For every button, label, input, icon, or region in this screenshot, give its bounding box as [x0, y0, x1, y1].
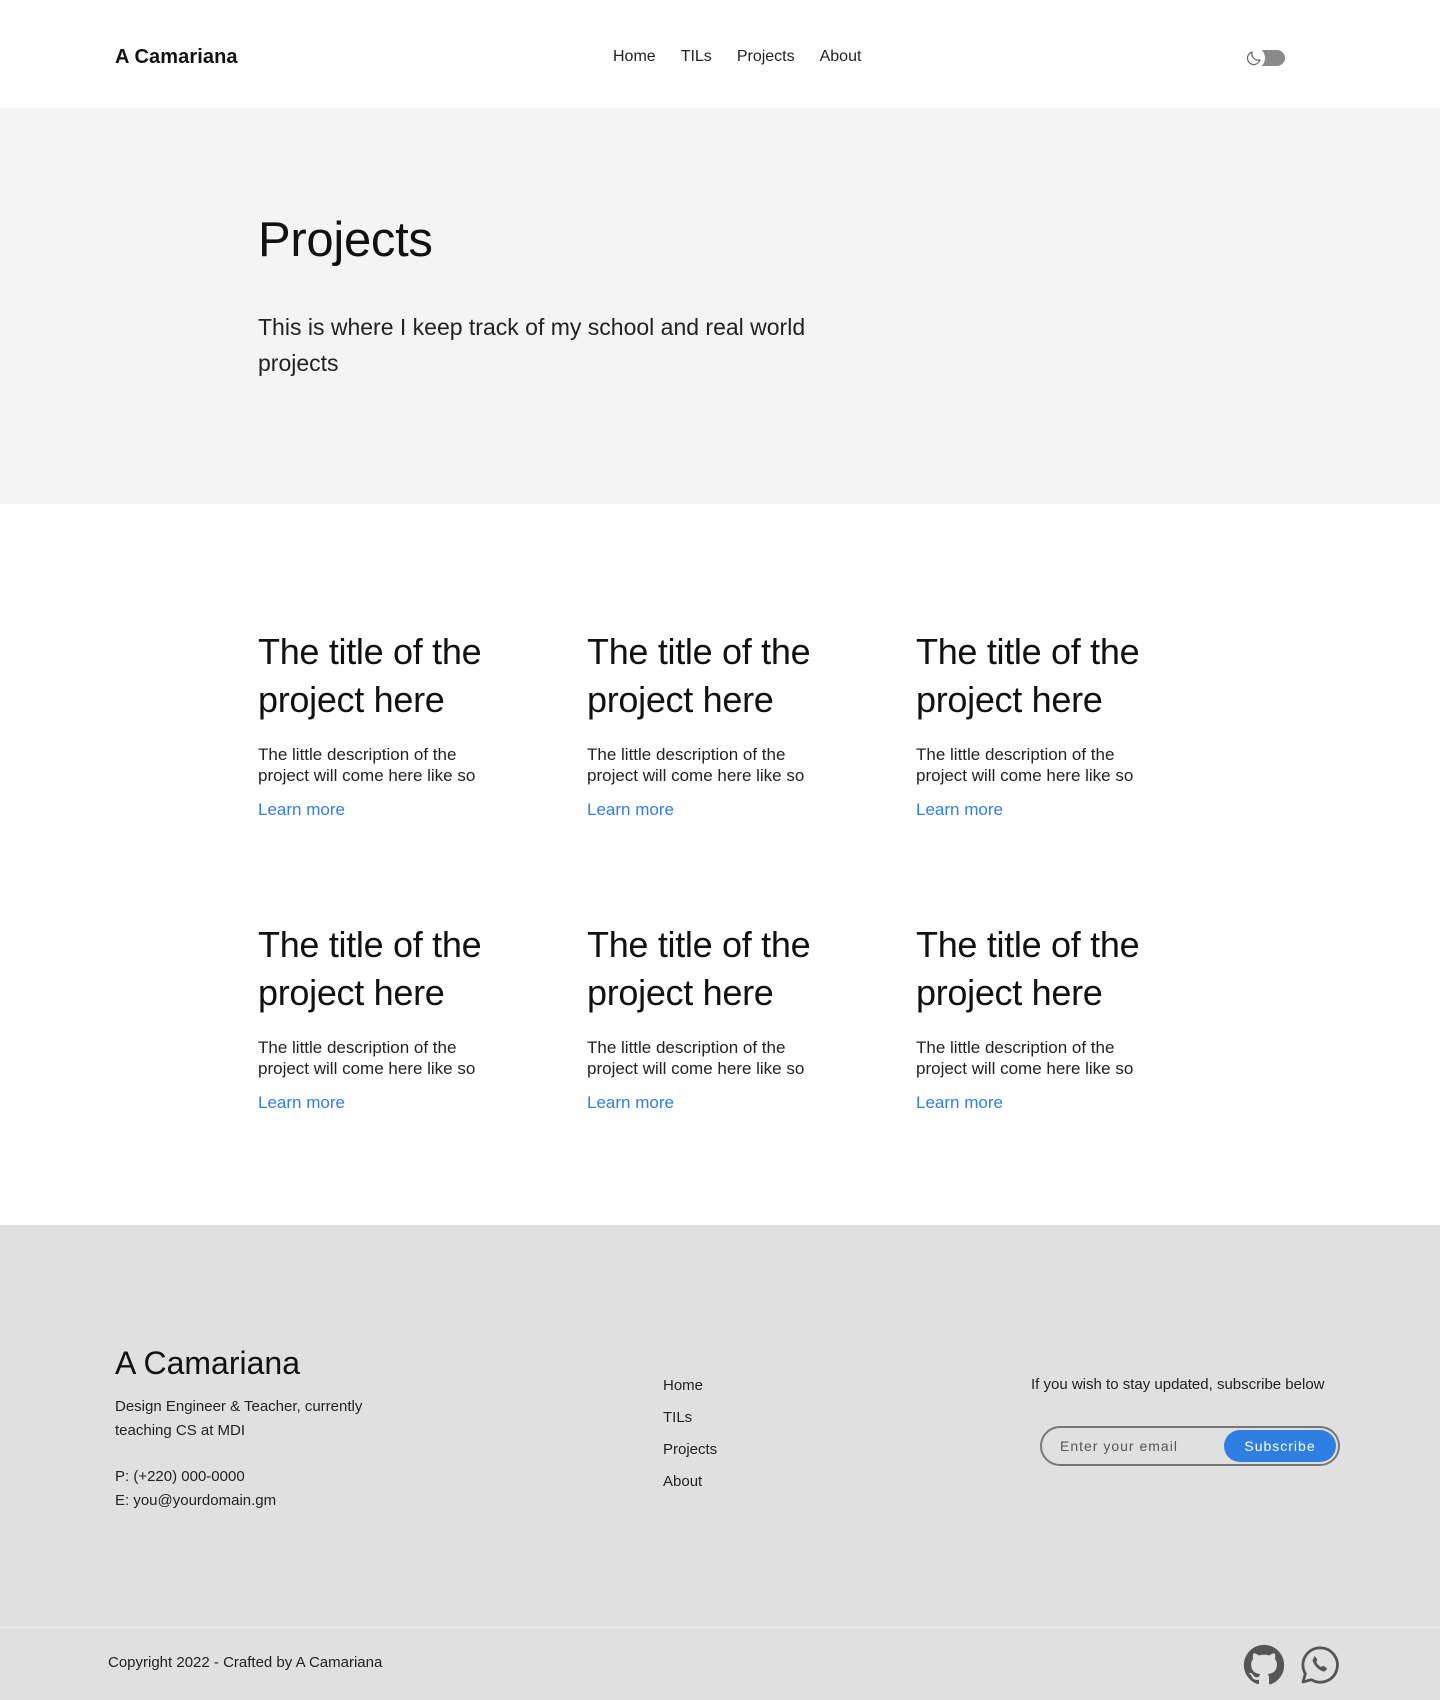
footer-bottom-bar: Copyright 2022 - Crafted by A Camariana: [0, 1627, 1440, 1700]
footer-email: E: you@yourdomain.gm: [115, 1492, 277, 1509]
subscribe-button[interactable]: Subscribe: [1224, 1430, 1336, 1462]
projects-grid: The title of the project here The little…: [258, 628, 1178, 1214]
project-card: The title of the project here The little…: [587, 921, 916, 1214]
learn-more-link[interactable]: Learn more: [916, 800, 1003, 820]
project-title: The title of the project here: [258, 924, 482, 1013]
site-header: A Camariana Home TILs Projects About: [0, 0, 1440, 108]
footer-link-tils[interactable]: TILs: [663, 1408, 717, 1428]
brand-logo[interactable]: A Camariana: [115, 46, 238, 69]
footer-link-home[interactable]: Home: [663, 1376, 717, 1396]
project-description: The little description of the project wi…: [916, 1038, 1134, 1078]
project-title: The title of the project here: [587, 631, 811, 720]
main-nav: Home TILs Projects About: [613, 48, 861, 66]
project-card: The title of the project here The little…: [916, 921, 1178, 1214]
project-title: The title of the project here: [587, 924, 811, 1013]
footer-phone: P: (+220) 000-0000: [115, 1468, 245, 1485]
learn-more-link[interactable]: Learn more: [916, 1093, 1003, 1113]
subscribe-label: If you wish to stay updated, subscribe b…: [1031, 1376, 1325, 1393]
email-field[interactable]: [1060, 1436, 1220, 1456]
nav-projects[interactable]: Projects: [737, 48, 795, 66]
footer-nav: Home TILs Projects About: [663, 1376, 717, 1492]
toggle-knob: [1243, 47, 1265, 69]
learn-more-link[interactable]: Learn more: [587, 800, 674, 820]
learn-more-link[interactable]: Learn more: [258, 1093, 345, 1113]
footer-link-about[interactable]: About: [663, 1472, 717, 1492]
hero-section: Projects This is where I keep track of m…: [0, 108, 1440, 504]
footer-link-projects[interactable]: Projects: [663, 1440, 717, 1460]
learn-more-link[interactable]: Learn more: [258, 800, 345, 820]
nav-about[interactable]: About: [820, 48, 862, 66]
site-footer: A Camariana Design Engineer & Teacher, c…: [0, 1225, 1440, 1627]
project-title: The title of the project here: [916, 924, 1140, 1013]
nav-tils[interactable]: TILs: [681, 48, 712, 66]
project-title: The title of the project here: [258, 631, 482, 720]
footer-brand: A Camariana: [115, 1345, 300, 1381]
project-description: The little description of the project wi…: [258, 1038, 476, 1078]
moon-icon: [1246, 51, 1261, 66]
project-card: The title of the project here The little…: [258, 921, 587, 1214]
copyright-text: Copyright 2022 - Crafted by A Camariana: [108, 1654, 383, 1671]
project-card: The title of the project here The little…: [916, 628, 1178, 921]
project-description: The little description of the project wi…: [587, 745, 805, 785]
learn-more-link[interactable]: Learn more: [587, 1093, 674, 1113]
project-card: The title of the project here The little…: [258, 628, 587, 921]
project-card: The title of the project here The little…: [587, 628, 916, 921]
nav-home[interactable]: Home: [613, 48, 656, 66]
theme-toggle[interactable]: [1243, 47, 1285, 69]
project-description: The little description of the project wi…: [258, 745, 476, 785]
project-description: The little description of the project wi…: [587, 1038, 805, 1078]
whatsapp-icon[interactable]: [1299, 1644, 1341, 1686]
project-description: The little description of the project wi…: [916, 745, 1134, 785]
footer-tagline: Design Engineer & Teacher, currently tea…: [115, 1398, 363, 1439]
page-subtitle: This is where I keep track of my school …: [258, 314, 806, 376]
github-icon[interactable]: [1243, 1644, 1285, 1686]
subscribe-form: Subscribe: [1040, 1426, 1340, 1466]
page-title: Projects: [258, 213, 433, 267]
project-title: The title of the project here: [916, 631, 1140, 720]
